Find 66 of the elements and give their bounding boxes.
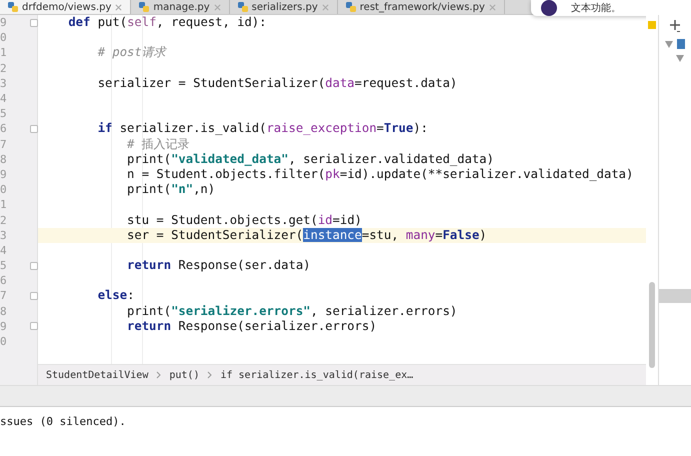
notification-text: 文本功能。 [571, 2, 621, 15]
fold-icon[interactable] [30, 322, 38, 330]
chevron-icon [156, 371, 162, 379]
line-number: 8 [0, 152, 7, 167]
line-number: 5 [0, 106, 7, 122]
close-icon[interactable] [115, 4, 122, 10]
code-line: n = Student.objects.filter(pk=id).update(**serializer.validated_data) [126, 166, 634, 182]
fold-icon[interactable] [30, 262, 38, 270]
fold-icon[interactable] [30, 18, 38, 27]
line-number: 9 [0, 166, 7, 182]
file-tab[interactable]: drfdemo/views.py [0, 0, 132, 14]
close-icon[interactable] [322, 4, 329, 10]
fold-icon[interactable] [30, 292, 38, 300]
file-tab[interactable]: rest_framework/views.py [338, 0, 505, 14]
code-line: print("validated_data", serializer.validated_data) [126, 152, 494, 167]
code-line: print("n",n) [126, 182, 216, 198]
line-number: 2 [0, 60, 7, 76]
code-line: return Response(serializer.errors) [126, 318, 377, 334]
console-output: ssues (0 silenced). [0, 414, 127, 428]
line-number: 7 [0, 136, 7, 152]
python-file-icon [139, 2, 150, 12]
code-line: def put(self, request, id): [67, 15, 266, 30]
line-number: 1 [0, 197, 7, 212]
code-line: else: [96, 288, 134, 304]
code-editor[interactable] [38, 15, 646, 385]
code-line: # 插入记录 [126, 136, 190, 152]
line-number: 2 [0, 212, 7, 228]
breadcrumb-item[interactable]: put() [169, 370, 200, 380]
line-number: 9 [0, 15, 7, 30]
code-line: # post请求 [96, 45, 166, 60]
file-tab[interactable]: manage.py [131, 0, 230, 14]
line-number: 0 [0, 182, 7, 198]
app-icon [541, 0, 557, 16]
panel-scroll-thumb[interactable] [659, 289, 691, 303]
line-number: 4 [0, 242, 7, 258]
breadcrumb-item[interactable]: StudentDetailView [46, 370, 148, 380]
python-file-icon [346, 2, 356, 12]
chevron-icon [207, 371, 212, 379]
line-number: 8 [0, 304, 7, 319]
code-line: stu = Student.objects.get(id=id) [126, 212, 362, 228]
line-number: 3 [0, 76, 7, 91]
line-number: 6 [0, 121, 7, 136]
file-tab[interactable]: serializers.py [230, 0, 338, 14]
close-icon[interactable] [214, 4, 221, 10]
line-number: 6 [0, 273, 7, 288]
line-number: 4 [0, 91, 7, 106]
code-line: print("serializer.errors", serializer.errors) [126, 304, 458, 319]
line-number: 0 [0, 334, 7, 350]
breadcrumb-item[interactable]: if serializer.is_valid(raise_ex… [220, 370, 414, 380]
add-icon[interactable] [669, 19, 681, 33]
line-number: 9 [0, 318, 7, 334]
code-line: ser = StudentSerializer(instance=stu, many=False) [126, 228, 487, 243]
line-number: 5 [0, 258, 7, 274]
python-file-icon [238, 2, 248, 12]
python-file-icon [8, 2, 18, 12]
code-line: serializer = StudentSerializer(data=request.data) [96, 76, 458, 91]
line-number: 3 [0, 228, 7, 243]
code-line: if serializer.is_valid(raise_exception=True): [96, 121, 428, 136]
line-number: 1 [0, 45, 7, 60]
line-number: 7 [0, 288, 7, 304]
code-line: return Response(ser.data) [126, 258, 310, 274]
warning-marker-icon [648, 21, 656, 29]
line-number: 0 [0, 30, 7, 46]
close-icon[interactable] [488, 4, 496, 10]
fold-icon[interactable] [30, 124, 38, 133]
scroll-thumb[interactable] [649, 282, 655, 368]
